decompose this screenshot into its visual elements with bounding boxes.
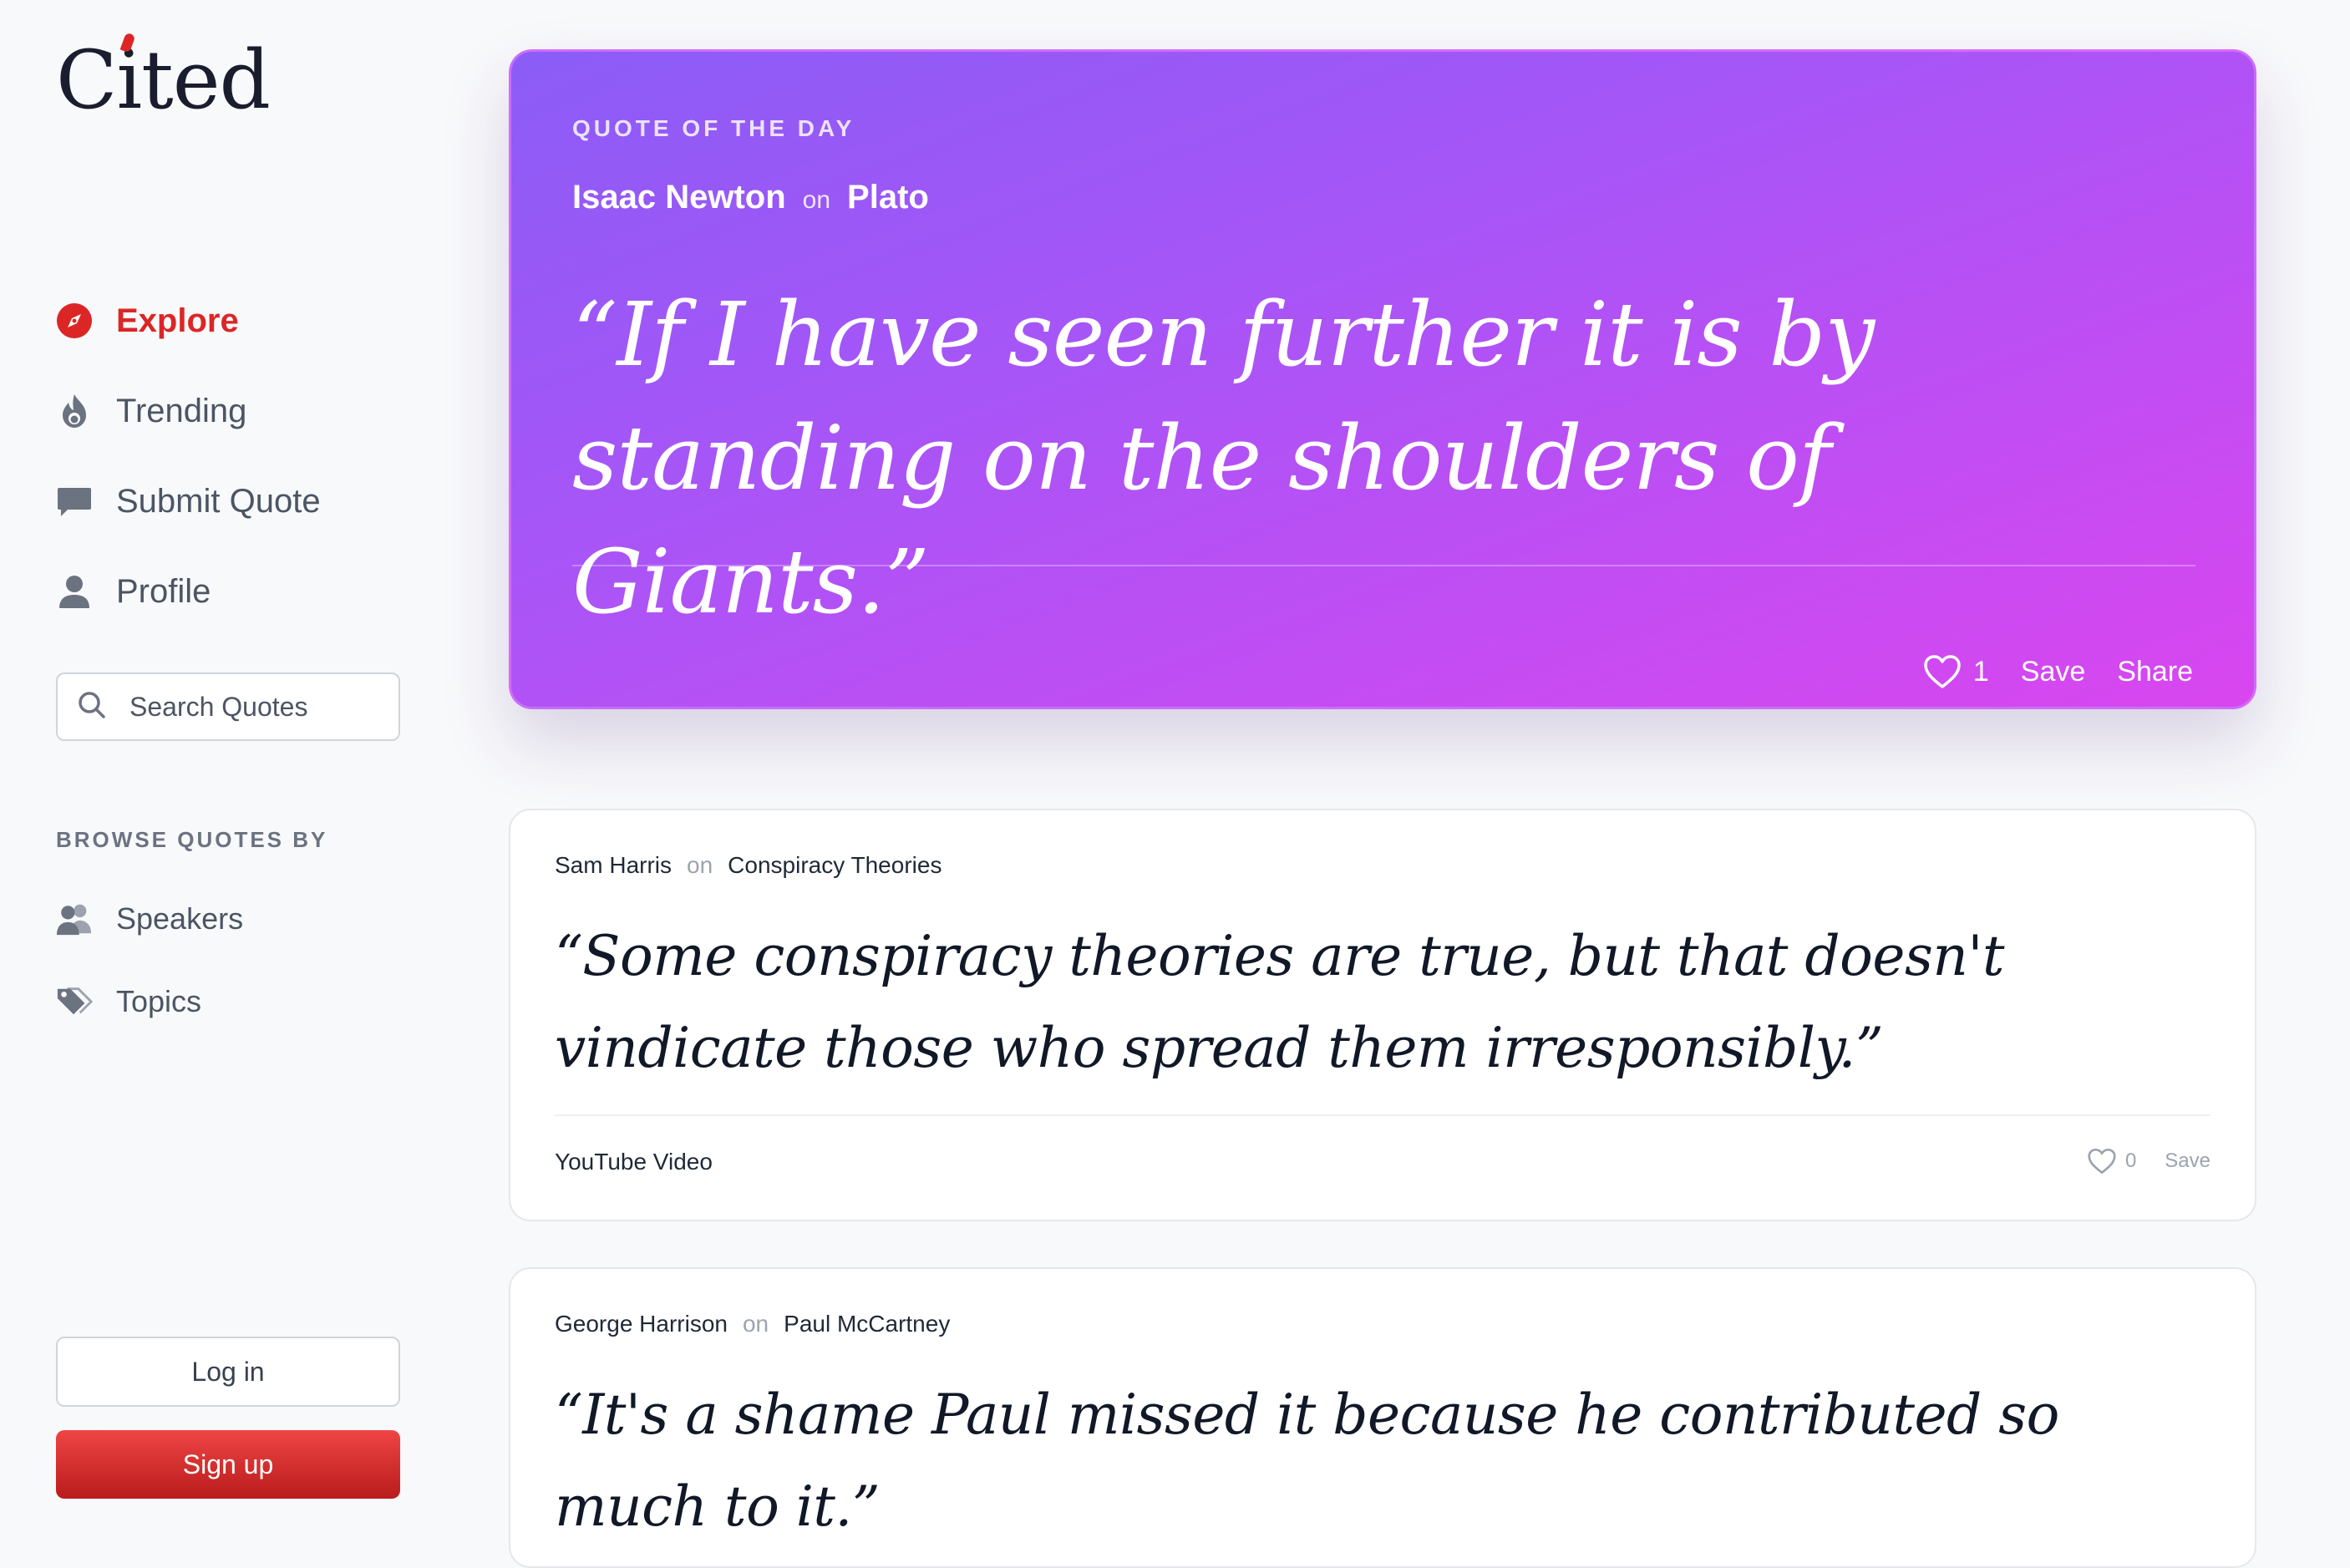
quote-card: George Harrison on Paul McCartney “It's …: [509, 1267, 2256, 1568]
like-count: 1: [1972, 655, 1989, 688]
on-word: on: [802, 186, 831, 214]
topic-link[interactable]: Paul McCartney: [784, 1311, 950, 1337]
divider: [555, 1114, 2210, 1116]
quote-actions: 0 Save: [2087, 1144, 2210, 1178]
nav-item-label: Trending: [116, 392, 247, 429]
quote-attribution: Isaac Newton on Plato: [572, 179, 929, 216]
topic-link[interactable]: Plato: [847, 179, 929, 216]
divider: [572, 565, 2195, 566]
nav-item-label: Submit Quote: [116, 482, 321, 520]
logo[interactable]: Ci ted: [56, 32, 271, 127]
browse-item-label: Topics: [116, 983, 202, 1018]
quote-source[interactable]: YouTube Video: [555, 1149, 713, 1175]
user-icon: [56, 573, 93, 610]
quote-attribution: George Harrison on Paul McCartney: [555, 1311, 950, 1337]
like-button[interactable]: 0: [2087, 1148, 2136, 1175]
logo-accent-mark: [120, 32, 136, 53]
save-button[interactable]: Save: [2021, 656, 2086, 688]
quote-card: Sam Harris on Conspiracy Theories “Some …: [509, 809, 2256, 1221]
like-count: 0: [2124, 1149, 2137, 1172]
speaker-link[interactable]: Isaac Newton: [572, 179, 786, 216]
quote-attribution: Sam Harris on Conspiracy Theories: [555, 852, 942, 879]
signup-button[interactable]: Sign up: [56, 1430, 400, 1499]
heart-icon: [1924, 655, 1961, 688]
nav-item-trending[interactable]: Trending: [56, 366, 424, 456]
save-button[interactable]: Save: [2165, 1149, 2210, 1173]
on-word: on: [687, 852, 713, 878]
topic-link[interactable]: Conspiracy Theories: [728, 852, 942, 879]
browse-heading: BROWSE QUOTES BY: [56, 827, 328, 852]
tags-icon: [56, 983, 93, 1020]
heart-icon: [2088, 1148, 2116, 1175]
users-icon: [56, 901, 93, 937]
nav-item-submit-quote[interactable]: Submit Quote: [56, 456, 424, 546]
search-icon: [78, 691, 106, 723]
quote-of-the-day-label: QUOTE OF THE DAY: [572, 115, 855, 141]
search-box[interactable]: [56, 672, 400, 741]
browse-item-topics[interactable]: Topics: [56, 960, 424, 1043]
compass-icon: [56, 302, 93, 339]
login-button[interactable]: Log in: [56, 1337, 400, 1407]
main-nav: Explore Trending Submit Quote Profile: [56, 276, 424, 637]
browse-item-speakers[interactable]: Speakers: [56, 877, 424, 960]
flame-icon: [56, 393, 93, 429]
quote-text[interactable]: “It's a shame Paul missed it because he …: [555, 1369, 2192, 1553]
browse-list: Speakers Topics: [56, 877, 424, 1043]
on-word: on: [742, 1311, 769, 1337]
search-input[interactable]: [128, 690, 382, 723]
share-button[interactable]: Share: [2117, 656, 2193, 688]
quote-actions: 1 Save Share: [1923, 652, 2193, 692]
nav-item-label: Profile: [116, 572, 211, 610]
nav-item-explore[interactable]: Explore: [56, 276, 424, 366]
logo-accent-letter: i: [116, 32, 142, 127]
speech-bubble-icon: [56, 483, 93, 520]
browse-item-label: Speakers: [116, 901, 244, 936]
speaker-link[interactable]: George Harrison: [555, 1311, 728, 1337]
nav-item-label: Explore: [116, 302, 239, 339]
quote-text[interactable]: “If I have seen further it is by standin…: [572, 273, 2210, 644]
nav-item-profile[interactable]: Profile: [56, 546, 424, 637]
quote-text[interactable]: “Some conspiracy theories are true, but …: [555, 911, 2192, 1094]
quote-of-the-day-card: QUOTE OF THE DAY Isaac Newton on Plato “…: [509, 49, 2256, 709]
speaker-link[interactable]: Sam Harris: [555, 852, 672, 879]
sidebar: Ci ted Explore Trending Submit Quote Pro…: [0, 0, 451, 1540]
like-button[interactable]: 1: [1923, 654, 1989, 689]
